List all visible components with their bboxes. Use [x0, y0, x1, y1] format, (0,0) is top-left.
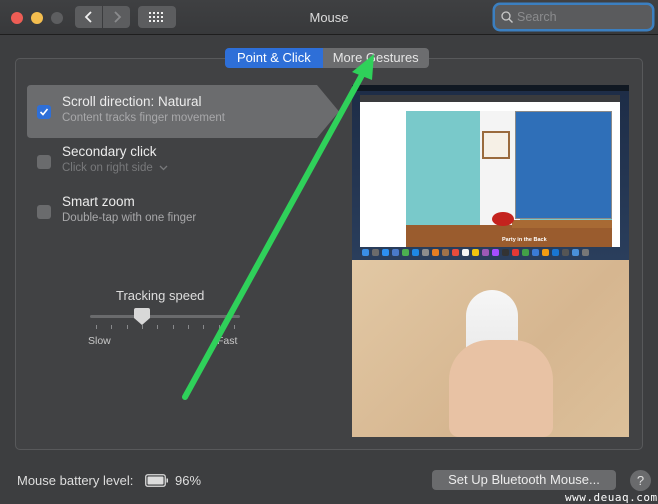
watermark: www.deuaq.com — [565, 491, 658, 504]
search-input[interactable]: Search — [495, 5, 652, 29]
help-button[interactable]: ? — [630, 470, 651, 491]
preview-dock — [362, 247, 622, 257]
slider-thumb[interactable] — [133, 308, 150, 326]
dock-app-icon — [552, 248, 559, 256]
option-subtitle: Double-tap with one finger — [62, 212, 197, 224]
secondary-click-checkbox[interactable] — [37, 155, 51, 169]
tracking-speed-label: Tracking speed — [116, 288, 205, 303]
option-subtitle: Content tracks finger movement — [62, 112, 225, 124]
dock-app-icon — [412, 248, 419, 256]
battery-icon — [145, 474, 168, 487]
scroll-direction-checkbox[interactable] — [37, 105, 51, 119]
gesture-preview-video: Party in the Back — [352, 85, 629, 437]
dock-app-icon — [562, 248, 569, 256]
dock-app-icon — [462, 248, 469, 256]
battery-level-label: Mouse battery level: — [17, 473, 134, 488]
slider-tick — [203, 325, 205, 329]
option-secondary-click[interactable]: Secondary click Click on right side — [27, 135, 327, 185]
dock-app-icon — [452, 248, 459, 256]
option-title: Secondary click — [62, 144, 157, 159]
option-smart-zoom[interactable]: Smart zoom Double-tap with one finger — [27, 185, 327, 235]
dock-app-icon — [542, 248, 549, 256]
preview-menubar — [352, 85, 629, 91]
setup-bluetooth-mouse-button[interactable]: Set Up Bluetooth Mouse... — [432, 470, 616, 490]
slider-min-label: Slow — [88, 335, 111, 347]
dock-app-icon — [422, 248, 429, 256]
option-scroll-direction[interactable]: Scroll direction: Natural Content tracks… — [27, 85, 327, 135]
smart-zoom-checkbox[interactable] — [37, 205, 51, 219]
checkmark-icon — [39, 108, 49, 116]
chevron-down-icon — [159, 165, 168, 171]
dock-app-icon — [512, 248, 519, 256]
tab-more-gestures[interactable]: More Gestures — [322, 48, 429, 68]
search-icon — [501, 11, 513, 23]
preview-frame — [482, 131, 510, 159]
option-title: Smart zoom — [62, 194, 135, 209]
slider-tick — [96, 325, 97, 329]
secondary-click-dropdown[interactable]: Click on right side — [62, 162, 168, 174]
slider-tick — [157, 325, 159, 329]
option-title: Scroll direction: Natural — [62, 94, 202, 109]
slider-tick — [188, 325, 189, 329]
dock-app-icon — [392, 248, 399, 256]
tracking-speed-slider[interactable] — [90, 315, 240, 318]
dock-app-icon — [382, 248, 389, 256]
dock-app-icon — [582, 248, 589, 256]
title-bar: Mouse Search — [0, 0, 658, 35]
dock-app-icon — [532, 248, 539, 256]
dock-app-icon — [472, 248, 479, 256]
slider-tick — [111, 325, 113, 329]
dock-app-icon — [522, 248, 529, 256]
dock-app-icon — [442, 248, 449, 256]
dock-app-icon — [572, 248, 579, 256]
tab-bar: Point & Click More Gestures — [225, 48, 429, 68]
slider-tick — [172, 325, 174, 329]
preview-hand — [449, 340, 553, 437]
slider-tick — [234, 325, 235, 329]
dock-app-icon — [492, 248, 499, 256]
preview-caption: Party in the Back — [502, 237, 547, 243]
option-subtitle: Click on right side — [62, 162, 153, 174]
dock-app-icon — [502, 248, 509, 256]
battery-percent: 96% — [175, 473, 202, 488]
slider-max-label: Fast — [217, 335, 238, 347]
preview-cabinet — [515, 111, 612, 219]
search-placeholder: Search — [517, 10, 557, 24]
dock-app-icon — [432, 248, 439, 256]
preview-screen: Party in the Back — [352, 85, 629, 260]
slider-tick — [218, 325, 220, 329]
dock-app-icon — [372, 248, 379, 256]
dock-app-icon — [362, 248, 369, 256]
slider-tick — [126, 325, 128, 329]
dock-app-icon — [402, 248, 409, 256]
dock-app-icon — [482, 248, 489, 256]
tab-point-and-click[interactable]: Point & Click — [225, 48, 323, 68]
